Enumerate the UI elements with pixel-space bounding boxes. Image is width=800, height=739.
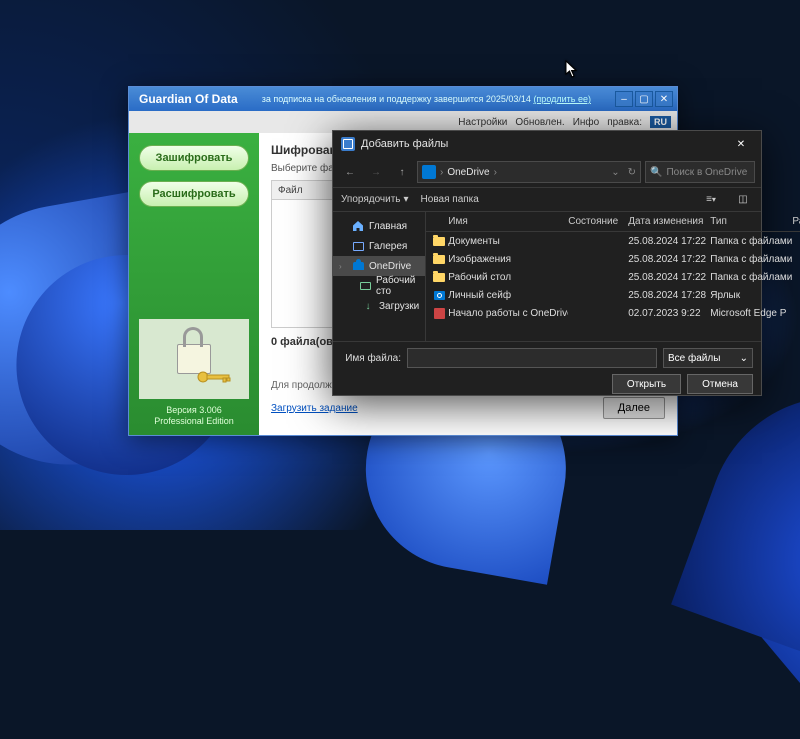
- guardian-titlebar[interactable]: Guardian Of Data за подписка на обновлен…: [129, 87, 677, 111]
- next-button[interactable]: Далее: [603, 397, 665, 419]
- onedrive-icon: [352, 260, 364, 272]
- file-date: 02.07.2023 9:22: [628, 308, 710, 319]
- file-date: 25.08.2024 17:22: [628, 236, 710, 247]
- tree-item-label: Галерея: [369, 241, 407, 252]
- downloads-icon: ↓: [362, 300, 374, 312]
- new-folder-button[interactable]: Новая папка: [421, 194, 479, 205]
- folder-icon: [432, 271, 446, 283]
- dialog-footer: Имя файла: Все файлы⌄ Открыть Отмена: [333, 341, 761, 400]
- dialog-titlebar[interactable]: Добавить файлы ✕: [333, 131, 761, 157]
- nav-tree: Главная Галерея › OneDrive Рабочий сто↓ Загру…: [333, 212, 426, 341]
- file-open-dialog: Добавить файлы ✕ ← → ↑ › OneDrive › ⌄ ↻ …: [332, 130, 762, 396]
- nav-up-button[interactable]: ↑: [391, 161, 413, 183]
- filename-input[interactable]: [407, 348, 657, 368]
- preview-pane-button[interactable]: ◫: [733, 190, 753, 210]
- safe-icon: [432, 289, 446, 301]
- minimize-button[interactable]: –: [615, 91, 633, 107]
- chevron-down-icon: ▾: [404, 194, 409, 205]
- view-mode-button[interactable]: ≡ ▾: [701, 190, 721, 210]
- file-type: Папка с файлами: [710, 272, 792, 283]
- dialog-navbar: ← → ↑ › OneDrive › ⌄ ↻ 🔍 Поиск в OneDriv…: [333, 157, 761, 187]
- tree-item-label: OneDrive: [369, 261, 411, 272]
- filename-label: Имя файла:: [341, 353, 401, 364]
- file-type: Папка с файлами: [710, 236, 792, 247]
- cancel-button[interactable]: Отмена: [687, 374, 753, 394]
- key-icon: [195, 371, 235, 383]
- chevron-down-icon: ⌄: [740, 353, 748, 364]
- chevron-down-icon[interactable]: ⌄: [611, 167, 619, 178]
- home-icon: [352, 220, 364, 232]
- tree-item-Галерея[interactable]: Галерея: [333, 236, 425, 256]
- lock-illustration: [139, 319, 249, 399]
- file-type: Ярлык: [710, 290, 792, 301]
- file-list: Имя Состояние Дата изменения Тип Раз Док…: [426, 212, 800, 341]
- nav-back-button[interactable]: ←: [339, 161, 361, 183]
- col-state[interactable]: Состояние: [568, 216, 628, 227]
- dialog-icon: [341, 137, 355, 151]
- col-date[interactable]: Дата изменения: [628, 216, 710, 227]
- load-job-link[interactable]: Загрузить задание: [271, 403, 358, 414]
- generic-icon: [432, 307, 446, 319]
- tree-item-label: Рабочий сто: [376, 275, 419, 297]
- file-name: Рабочий стол: [448, 272, 568, 283]
- file-date: 25.08.2024 17:22: [628, 272, 710, 283]
- folder-icon: [432, 235, 446, 247]
- folder-icon: [432, 253, 446, 265]
- file-type-filter[interactable]: Все файлы⌄: [663, 348, 753, 368]
- onedrive-icon: [422, 165, 436, 179]
- maximize-button[interactable]: ▢: [635, 91, 653, 107]
- menu-info[interactable]: Инфо: [573, 117, 600, 128]
- file-type: Microsoft Edge P: [710, 308, 792, 319]
- desktop-icon: [360, 280, 371, 292]
- file-row[interactable]: Документы 25.08.2024 17:22Папка с файлами: [426, 232, 800, 250]
- organize-menu[interactable]: Упорядочить▾: [341, 194, 409, 205]
- breadcrumb-segment[interactable]: OneDrive: [447, 167, 489, 178]
- file-name: Документы: [448, 236, 568, 247]
- tree-item-Главная[interactable]: Главная: [333, 216, 425, 236]
- menu-settings[interactable]: Настройки: [458, 117, 507, 128]
- file-row[interactable]: Рабочий стол 25.08.2024 17:22Папка с файл…: [426, 268, 800, 286]
- tree-item-label: Главная: [369, 221, 407, 232]
- menu-updates[interactable]: Обновлен.: [515, 117, 564, 128]
- gallery-icon: [352, 240, 364, 252]
- tree-item-label: Загрузки: [379, 301, 419, 312]
- menu-help[interactable]: правка:: [607, 117, 642, 128]
- open-button[interactable]: Открыть: [612, 374, 681, 394]
- version-label: Версия 3.006 Professional Edition: [129, 405, 259, 427]
- guardian-sidebar: Зашифровать Расшифровать Версия 3.006 Pr…: [129, 133, 259, 435]
- dialog-close-button[interactable]: ✕: [721, 131, 761, 157]
- subscription-notice: за подписка на обновления и поддержку за…: [238, 94, 615, 104]
- decrypt-button[interactable]: Расшифровать: [139, 181, 249, 207]
- col-name[interactable]: Имя: [448, 216, 568, 227]
- file-row[interactable]: Начало работы с OneDrive 02.07.2023 9:22M…: [426, 304, 800, 322]
- file-type: Папка с файлами: [710, 254, 792, 265]
- file-row[interactable]: Изображения 25.08.2024 17:22Папка с файла…: [426, 250, 800, 268]
- dialog-toolbar: Упорядочить▾ Новая папка ≡ ▾ ◫: [333, 187, 761, 211]
- file-name: Изображения: [448, 254, 568, 265]
- tree-item-Загрузки[interactable]: ↓ Загрузки: [333, 296, 425, 316]
- file-row[interactable]: Личный сейф 25.08.2024 17:28Ярлык: [426, 286, 800, 304]
- search-icon: 🔍: [650, 167, 662, 178]
- encrypt-button[interactable]: Зашифровать: [139, 145, 249, 171]
- file-date: 25.08.2024 17:22: [628, 254, 710, 265]
- search-input[interactable]: 🔍 Поиск в OneDrive: [645, 161, 755, 183]
- close-button[interactable]: ✕: [655, 91, 673, 107]
- nav-forward-button[interactable]: →: [365, 161, 387, 183]
- language-badge[interactable]: RU: [650, 116, 671, 128]
- col-type[interactable]: Тип: [710, 216, 792, 227]
- file-list-header: Имя Состояние Дата изменения Тип Раз: [426, 212, 800, 232]
- dialog-title: Добавить файлы: [361, 138, 721, 150]
- file-name: Начало работы с OneDrive: [448, 308, 568, 319]
- guardian-title: Guardian Of Data: [133, 92, 238, 106]
- expand-icon[interactable]: ›: [339, 262, 347, 271]
- tree-item-Рабочий сто[interactable]: Рабочий сто: [333, 276, 425, 296]
- breadcrumb[interactable]: › OneDrive › ⌄ ↻: [417, 161, 641, 183]
- file-name: Личный сейф: [448, 290, 568, 301]
- extend-subscription-link[interactable]: (продлить ее): [533, 94, 591, 104]
- file-date: 25.08.2024 17:28: [628, 290, 710, 301]
- tree-item-OneDrive[interactable]: › OneDrive: [333, 256, 425, 276]
- refresh-button[interactable]: ↻: [628, 167, 636, 178]
- col-size[interactable]: Раз: [792, 216, 800, 227]
- search-placeholder: Поиск в OneDrive: [666, 167, 747, 178]
